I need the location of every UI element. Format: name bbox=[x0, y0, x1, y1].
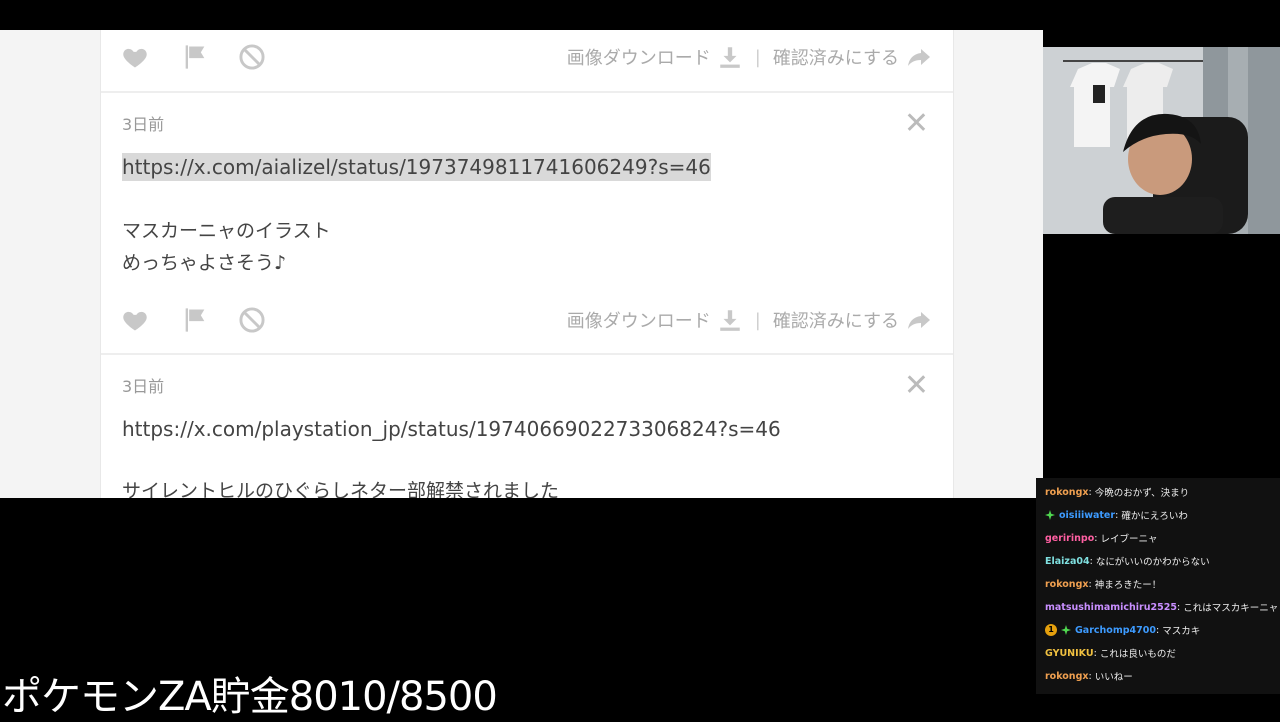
browser-capture: 画像ダウンロード | 確認済みにする 3日前 ✕ https://x.com/a… bbox=[0, 30, 1043, 498]
block-icon[interactable] bbox=[238, 43, 266, 71]
card-url[interactable]: https://x.com/playstation_jp/status/1974… bbox=[122, 417, 781, 441]
chat-text: 今晩のおかず、決まり bbox=[1094, 488, 1190, 499]
mark-confirmed-button[interactable]: 確認済みにする bbox=[773, 44, 899, 70]
chat-text: マスカキ bbox=[1162, 626, 1201, 637]
card-body-line: サイレントヒルのひぐらしネター部解禁されました bbox=[122, 480, 560, 498]
chat-message: rokongx: いいねー bbox=[1045, 670, 1133, 684]
mark-confirmed-button[interactable]: 確認済みにする bbox=[773, 307, 899, 333]
heart-icon[interactable] bbox=[121, 306, 149, 334]
close-icon[interactable]: ✕ bbox=[904, 371, 929, 401]
download-image-button[interactable]: 画像ダウンロード bbox=[567, 307, 711, 333]
share-arrow-icon[interactable] bbox=[905, 45, 933, 69]
heart-icon[interactable] bbox=[121, 43, 149, 71]
card-timestamp: 3日前 bbox=[122, 377, 165, 396]
chat-username: rokongx bbox=[1045, 578, 1089, 590]
chat-username: geririnpo bbox=[1045, 532, 1095, 544]
chat-message: GYUNIKU: これは良いものだ bbox=[1045, 647, 1176, 661]
chat-message: Elaiza04: なにがいいのかわからない bbox=[1045, 555, 1210, 569]
flag-icon[interactable] bbox=[181, 306, 209, 334]
chat-text: なにがいいのかわからない bbox=[1095, 557, 1210, 568]
card-body: サイレントヒルのひぐらしネター部解禁されました bbox=[122, 475, 559, 498]
chat-username: Garchomp4700 bbox=[1075, 624, 1156, 636]
chat-username: GYUNIKU bbox=[1045, 647, 1094, 659]
flag-icon[interactable] bbox=[181, 43, 209, 71]
download-icon[interactable] bbox=[717, 44, 743, 70]
card-url[interactable]: https://x.com/aializel/status/1973749811… bbox=[122, 153, 711, 181]
chat-overlay: rokongx: 今晩のおかず、決まり oisiiiwater: 確かにえろいわ… bbox=[1036, 478, 1280, 694]
card-body-line: めっちゃよさそう♪ bbox=[122, 252, 287, 274]
chat-message: 1 Garchomp4700: マスカキ bbox=[1045, 620, 1200, 640]
chat-message: rokongx: 神まろきたー！ bbox=[1045, 578, 1162, 592]
chat-message: rokongx: 今晩のおかず、決まり bbox=[1045, 486, 1190, 500]
download-icon[interactable] bbox=[717, 307, 743, 333]
chat-message: oisiiiwater: 確かにえろいわ bbox=[1045, 505, 1188, 525]
green-sparkle-badge-icon bbox=[1061, 625, 1071, 635]
webcam-image bbox=[1043, 47, 1280, 234]
one-badge-icon: 1 bbox=[1045, 624, 1057, 636]
card-timestamp: 3日前 bbox=[122, 115, 165, 134]
chat-text: これは良いものだ bbox=[1099, 649, 1176, 660]
chat-text: 確かにえろいわ bbox=[1121, 511, 1188, 522]
chat-text: レイブーニャ bbox=[1100, 534, 1158, 545]
chat-username: Elaiza04 bbox=[1045, 555, 1090, 567]
card-actions-right: 画像ダウンロード | 確認済みにする bbox=[567, 306, 933, 334]
action-separator: | bbox=[754, 309, 761, 331]
card-actions-right: 画像ダウンロード | 確認済みにする bbox=[567, 43, 933, 71]
card-actions: 画像ダウンロード | 確認済みにする bbox=[101, 298, 953, 338]
download-image-button[interactable]: 画像ダウンロード bbox=[567, 44, 711, 70]
feed-panel: 画像ダウンロード | 確認済みにする 3日前 ✕ https://x.com/a… bbox=[100, 30, 954, 498]
chat-username: matsushimamichiru2525 bbox=[1045, 601, 1177, 613]
savings-counter: ポケモンZA貯金8010/8500 bbox=[2, 674, 498, 720]
chat-text: いいねー bbox=[1094, 672, 1133, 683]
message-card: 3日前 ✕ https://x.com/playstation_jp/statu… bbox=[101, 355, 953, 499]
chat-username: rokongx bbox=[1045, 670, 1089, 682]
chat-message: matsushimamichiru2525: これはマスカキーニャ bbox=[1045, 601, 1279, 615]
action-separator: | bbox=[754, 46, 761, 68]
card-body: マスカーニャのイラスト めっちゃよさそう♪ bbox=[122, 215, 331, 279]
block-icon[interactable] bbox=[238, 306, 266, 334]
message-card: 3日前 ✕ https://x.com/aializel/status/1973… bbox=[101, 93, 953, 353]
chat-text: 神まろきたー！ bbox=[1094, 580, 1162, 591]
card-actions: 画像ダウンロード | 確認済みにする bbox=[101, 35, 953, 75]
share-arrow-icon[interactable] bbox=[905, 308, 933, 332]
webcam-feed bbox=[1043, 47, 1280, 234]
chat-username: rokongx bbox=[1045, 486, 1089, 498]
close-icon[interactable]: ✕ bbox=[904, 109, 929, 139]
chat-text: これはマスカキーニャ bbox=[1183, 603, 1279, 614]
card-body-line: マスカーニャのイラスト bbox=[122, 220, 331, 242]
chat-message: geririnpo: レイブーニャ bbox=[1045, 532, 1158, 546]
green-sparkle-badge-icon bbox=[1045, 510, 1055, 520]
chat-username: oisiiiwater bbox=[1059, 509, 1116, 521]
